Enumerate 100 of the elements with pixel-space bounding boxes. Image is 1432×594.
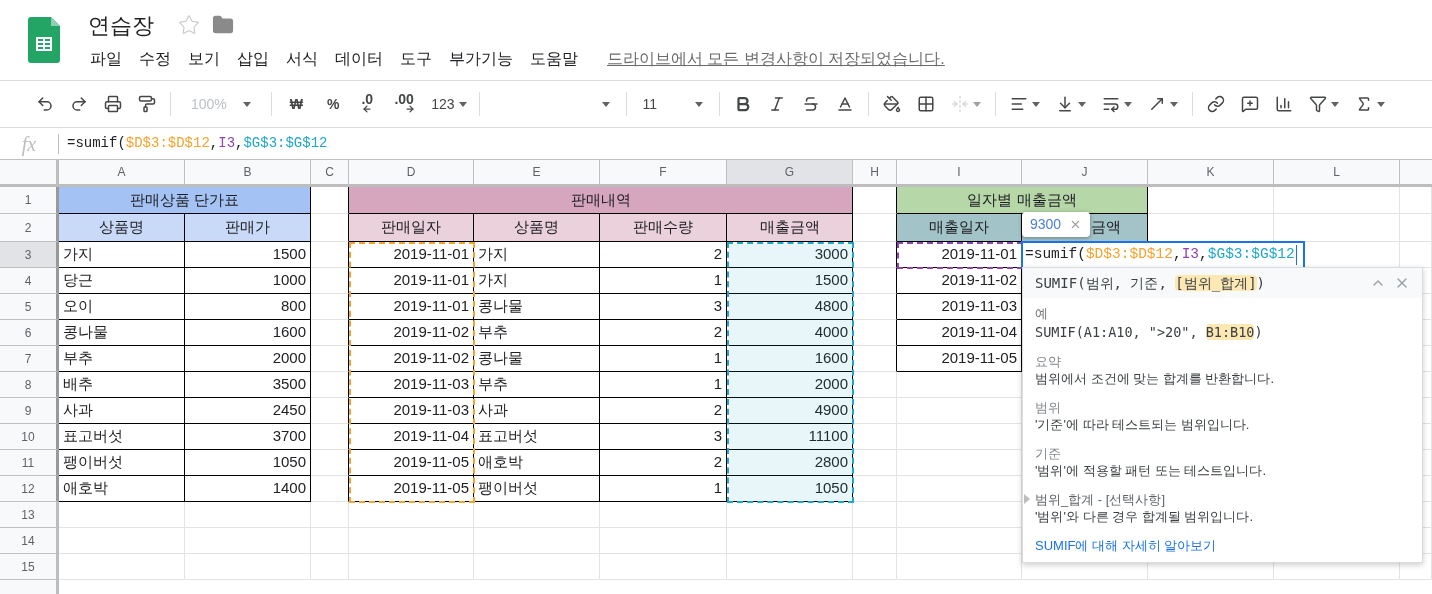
row-header[interactable]: 11 [0,450,59,476]
row-header[interactable]: 5 [0,294,59,320]
table-cell: 2019-11-01 [349,242,474,268]
caret-icon [1123,101,1132,107]
grid-cell [311,502,349,528]
row-header[interactable]: 12 [0,476,59,502]
table-cell: 2019-11-04 [349,424,474,450]
formula-token: , [1172,245,1182,265]
increase-decimal-button[interactable]: .00 [385,90,424,118]
column-header[interactable]: C [311,160,349,187]
grid-cell [311,268,349,294]
more-formats-button[interactable]: 123 [427,90,471,118]
table-cell: 3 [600,294,727,320]
learn-more-link[interactable]: SUMIF에 대해 자세히 알아보기 [1035,537,1410,554]
menu-item[interactable]: 삽입 [235,47,273,71]
table-cell: 2019-11-05 [349,450,474,476]
column-header[interactable]: L [1274,160,1400,187]
row-header[interactable]: 14 [0,528,59,554]
filter-icon [1308,95,1327,113]
cell-editor[interactable]: =sumif($D$3:$D$12,I3,$G$3:$G$12 [1021,241,1305,269]
grid-cell [311,242,349,268]
table-cell: 부추 [59,346,185,372]
formula-token: , [209,135,219,151]
folder-icon[interactable] [212,14,234,36]
grid-cell [311,346,349,372]
row-header[interactable]: 8 [0,372,59,398]
table-cell: 1600 [185,320,311,346]
format-button[interactable]: % [317,90,350,118]
grid-cell [311,398,349,424]
grid-cell [853,450,897,476]
format-button[interactable]: ₩ [279,90,314,118]
save-status-link[interactable]: 드라이브에서 모든 변경사항이 저장되었습니다. [607,47,945,71]
table-cell: 1 [600,268,727,294]
row-header[interactable]: 3 [0,242,59,268]
table-cell: 2 [600,398,727,424]
table-cell: 가지 [59,242,185,268]
row-header[interactable]: 15 [0,554,59,580]
menu-item[interactable]: 도구 [398,47,436,71]
table-title: 판매내역 [349,187,853,214]
font-size-dropdown[interactable]: 11 [634,90,711,118]
row-header[interactable]: 10 [0,424,59,450]
menu-item[interactable]: 수정 [137,47,175,71]
spreadsheet-logo-icon[interactable] [28,17,60,63]
formula-token: $G$3:$G$12 [1207,245,1295,265]
paint-bucket-icon [882,95,901,113]
row-header[interactable]: 4 [0,268,59,294]
grid-cell [853,294,897,320]
column-header[interactable]: A [59,160,185,187]
table-cell: 사과 [474,398,600,424]
example-formula: SUMIF(A1:A10, ">20", B1:B10) [1035,324,1264,341]
column-header[interactable]: K [1148,160,1274,187]
table-cell: 콩나물 [474,294,600,320]
comment-icon [1240,95,1259,113]
row-header[interactable]: 9 [0,398,59,424]
formula-token: $D$3:$D$12 [125,135,210,151]
menu-item[interactable]: 파일 [88,47,126,71]
row-header[interactable]: 6 [0,320,59,346]
formula-token: I3 [218,135,236,151]
column-header[interactable]: G [727,160,853,187]
table-cell: 표고버섯 [59,424,185,450]
align-left-icon [1009,95,1028,113]
row-header[interactable]: 13 [0,502,59,528]
grid-cell [853,554,897,580]
menu-item[interactable]: 데이터 [333,47,387,71]
menu-item[interactable]: 부가기능 [447,47,517,71]
table-cell: 2450 [185,398,311,424]
decrease-decimal-button[interactable]: .0 [353,90,382,118]
row-header[interactable]: 1 [0,187,59,214]
menu-item[interactable]: 보기 [186,47,224,71]
column-header[interactable]: F [600,160,727,187]
grid-cell [311,528,349,554]
table-cell: 팽이버섯 [474,476,600,502]
row-header[interactable]: 2 [0,214,59,242]
column-header[interactable]: H [853,160,897,187]
table-cell: 사과 [59,398,185,424]
table-cell: 애호박 [59,476,185,502]
table-cell: 표고버섯 [474,424,600,450]
formula-token: $D$3:$D$12 [1085,245,1173,265]
printer-icon [104,95,122,113]
column-header[interactable]: E [474,160,600,187]
column-header[interactable]: J [1022,160,1148,187]
menu-item[interactable]: 도움말 [528,47,582,71]
caret-icon [1330,101,1339,107]
formula-input[interactable]: =sumif($D$3:$D$12,I3,$G$3:$G$12 [67,133,328,154]
grid-cell [311,320,349,346]
column-header[interactable]: B [185,160,311,187]
grid-cell [853,398,897,424]
table-cell: 가지 [474,242,600,268]
table-cell: 2019-11-03 [349,372,474,398]
column-header[interactable]: I [897,160,1022,187]
section-heading: 기준 [1035,445,1062,462]
column-heading: 판매가 [185,214,311,242]
column-header[interactable]: D [349,160,474,187]
row-header[interactable]: 7 [0,346,59,372]
star-icon[interactable] [178,14,200,36]
table-cell: 부추 [474,372,600,398]
caret-icon [972,101,981,107]
table-cell: 2019-11-03 [349,398,474,424]
document-title[interactable]: 연습장 [88,8,154,42]
menu-item[interactable]: 서식 [284,47,322,71]
